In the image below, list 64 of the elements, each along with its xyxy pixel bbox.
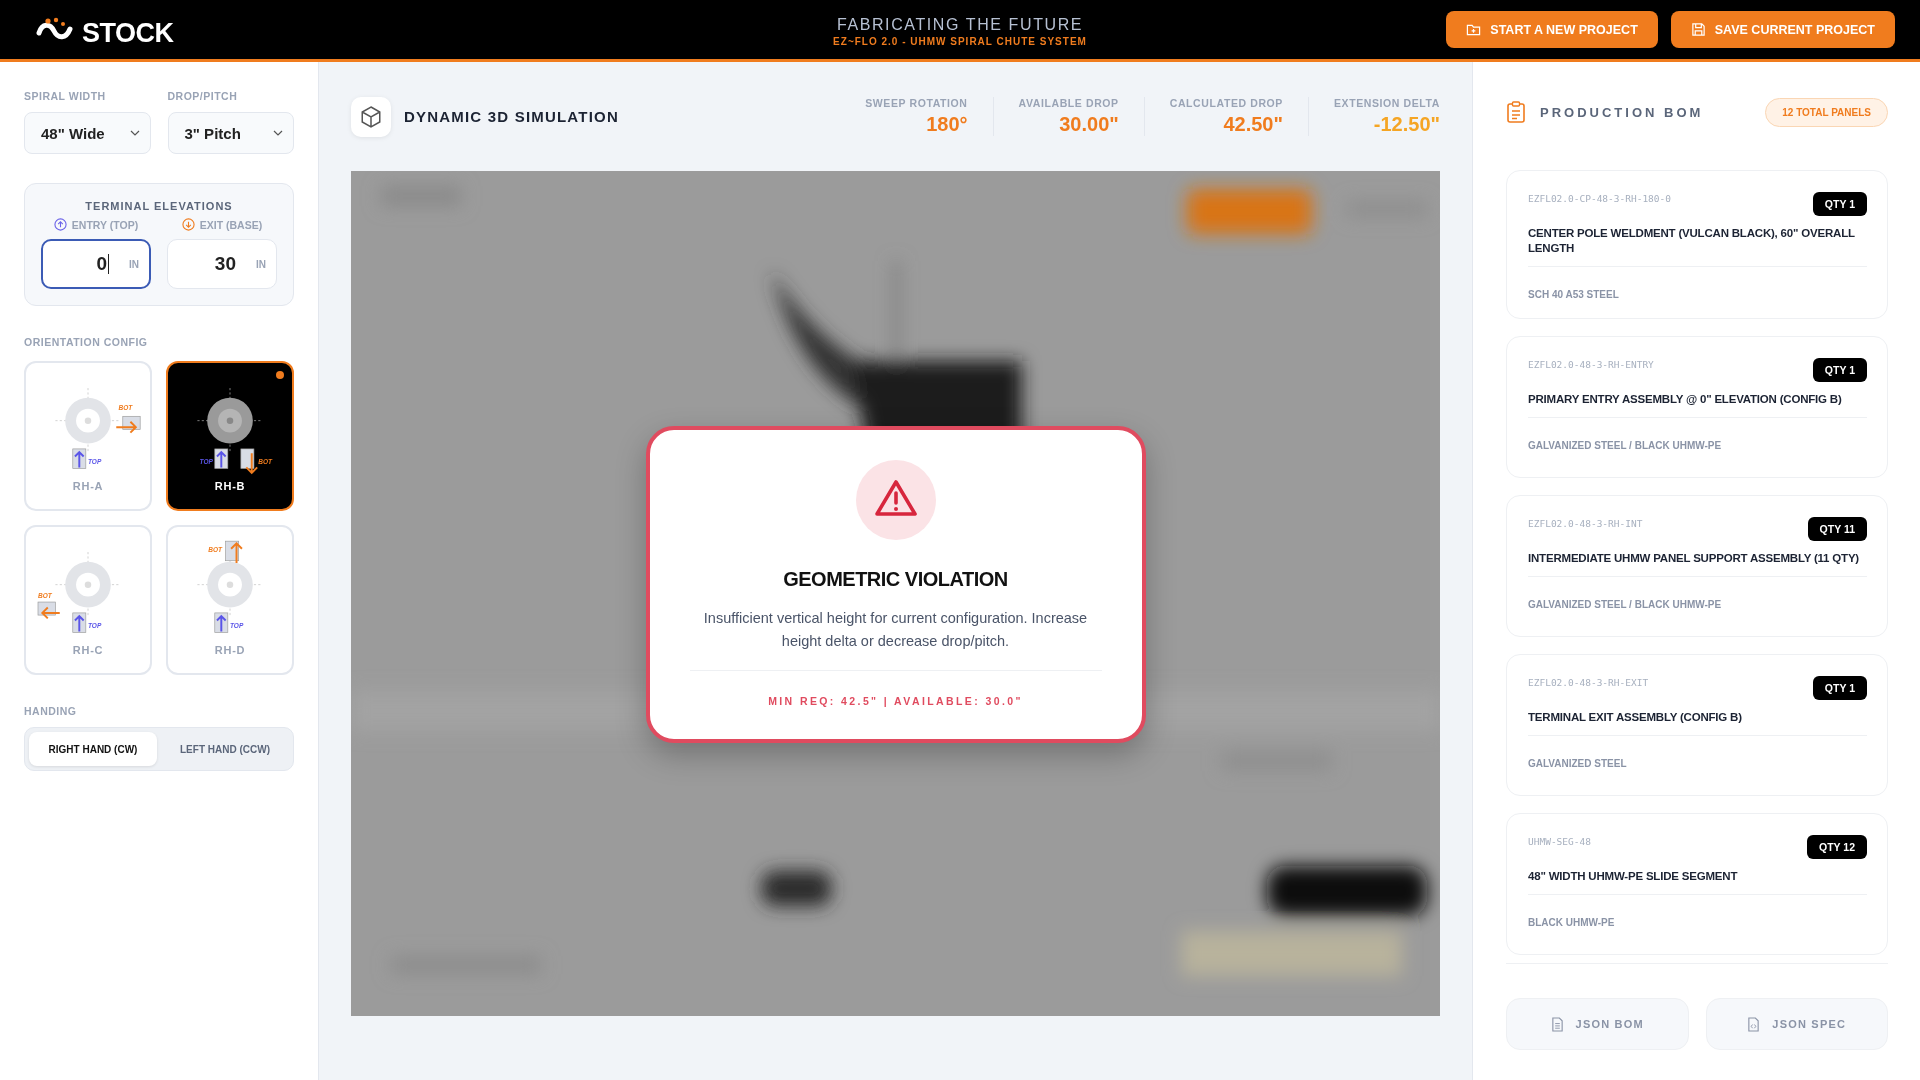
- metric-value: 42.50": [1223, 113, 1283, 136]
- part-name: INTERMEDIATE UHMW PANEL SUPPORT ASSEMBLY (11 QTY): [1528, 550, 1860, 566]
- panel-title: TERMINAL ELEVATIONS: [85, 200, 233, 212]
- panel-count-badge: 12 TOTAL PANELS: [1765, 97, 1888, 127]
- selected-dot-icon: [276, 371, 284, 379]
- part-name: 48" WIDTH UHMW-PE SLIDE SEGMENT: [1528, 868, 1739, 884]
- code-file-icon: [1747, 1016, 1761, 1032]
- part-code: EZFL02.0-48-3-RH-INT: [1528, 517, 1643, 529]
- chevron-down-icon: [129, 130, 140, 136]
- save-icon: [1690, 22, 1706, 37]
- arrow-up-circle-icon: [53, 218, 67, 231]
- handing-tab[interactable]: LEFT HAND (CCW): [161, 732, 289, 766]
- metric-label: SWEEP ROTATION: [865, 97, 968, 109]
- field-label: SPIRAL WIDTH: [24, 90, 107, 102]
- elevation-input[interactable]: 0 IN: [41, 239, 151, 289]
- app-subtitle: EZ~FLO 2.0 - UHMW SPIRAL CHUTE SYSTEM: [833, 36, 1087, 47]
- part-material: GALVANIZED STEEL / BLACK UHMW-PE: [1528, 598, 1723, 610]
- field-label: ENTRY (TOP): [71, 218, 139, 231]
- section-label: ORIENTATION CONFIG: [24, 336, 149, 348]
- part-material: BLACK UHMW-PE: [1528, 916, 1616, 928]
- metric-value: 30.00": [1059, 113, 1119, 136]
- document-icon: [1550, 1016, 1564, 1032]
- app-title: FABRICATING THE FUTURE: [836, 16, 1084, 34]
- quantity-badge: QTY 1: [1812, 357, 1867, 382]
- section-title: DYNAMIC 3D SIMULATION: [404, 108, 619, 125]
- warning-icon: [855, 460, 936, 541]
- part-code: EZFL02.0-48-3-RH-ENTRY: [1528, 358, 1654, 370]
- part-material: GALVANIZED STEEL / BLACK UHMW-PE: [1528, 439, 1723, 451]
- part-material: SCH 40 A53 STEEL: [1528, 288, 1620, 300]
- metric-value: -12.50": [1373, 113, 1440, 136]
- quantity-badge: QTY 1: [1812, 675, 1867, 700]
- part-code: EZFL02.0-CP-48-3-RH-180-0: [1528, 193, 1671, 204]
- alert-message: Insufficient vertical height for current configuration. Increase height delta or decrease drop/pitch.: [702, 609, 1089, 651]
- metric-value: 180°: [926, 113, 968, 136]
- field-label: DROP/PITCH: [167, 90, 239, 102]
- logo-text: STOCK: [82, 18, 174, 49]
- cube-icon: [351, 96, 391, 137]
- elevation-input[interactable]: 30 IN: [167, 239, 277, 289]
- folder-plus-icon: [1466, 22, 1482, 37]
- alert-detail: MIN REQ: 42.5" | AVAILABLE: 30.0": [768, 694, 1023, 707]
- panel-title: PRODUCTION BOM: [1540, 104, 1704, 120]
- metric-label: AVAILABLE DROP: [1018, 97, 1119, 109]
- part-name: PRIMARY ENTRY ASSEMBLY @ 0" ELEVATION (CONFIG B): [1528, 391, 1843, 407]
- chevron-down-icon: [273, 130, 283, 136]
- metric-label: CALCULATED DROP: [1169, 97, 1283, 109]
- alert-title: GEOMETRIC VIOLATION: [783, 568, 1008, 592]
- dropdown[interactable]: 48" Wide: [24, 112, 151, 154]
- part-code: UHMW-SEG-48: [1528, 835, 1591, 847]
- handing-tab[interactable]: RIGHT HAND (CW): [29, 732, 157, 766]
- field-label: EXIT (BASE): [199, 218, 263, 231]
- arrow-down-circle-icon: [181, 218, 195, 231]
- quantity-badge: QTY 1: [1812, 192, 1867, 216]
- clipboard-icon: [1506, 101, 1526, 123]
- part-name: TERMINAL EXIT ASSEMBLY (CONFIG B): [1528, 709, 1743, 725]
- part-material: GALVANIZED STEEL: [1528, 757, 1628, 769]
- part-code: EZFL02.0-48-3-RH-EXIT: [1528, 676, 1649, 688]
- quantity-badge: QTY 11: [1807, 516, 1867, 541]
- export-button[interactable]: JSON BOM: [1506, 998, 1689, 1050]
- dropdown[interactable]: 3" Pitch: [167, 112, 294, 154]
- section-label: HANDING: [24, 705, 78, 717]
- quantity-badge: QTY 12: [1807, 834, 1867, 859]
- part-name: CENTER POLE WELDMENT (VULCAN BLACK), 60" OVERALL LENGTH: [1528, 226, 1856, 256]
- metric-label: EXTENSION DELTA: [1333, 97, 1440, 109]
- export-button[interactable]: JSON SPEC: [1705, 998, 1888, 1050]
